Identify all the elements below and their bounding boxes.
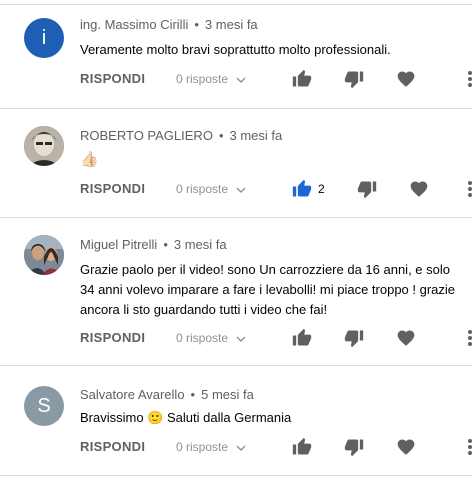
- comment-divider: [0, 475, 472, 476]
- comment-text: Grazie paolo per il video! sono Un carro…: [80, 262, 456, 317]
- reply-button[interactable]: RISPONDI: [80, 330, 145, 345]
- thumb-down-icon[interactable]: [344, 437, 364, 457]
- like-count: 2: [318, 182, 325, 196]
- comment-time[interactable]: 3 mesi fa: [230, 128, 283, 143]
- comment: ROBERTO PAGLIERO • 3 mesi fa 👍🏻 RISPONDI 0…: [0, 108, 472, 217]
- comment-meta: ing. Massimo Cirilli • 3 mesi fa: [80, 17, 258, 32]
- avatar[interactable]: [24, 126, 64, 166]
- reply-button[interactable]: RISPONDI: [80, 71, 145, 86]
- comment-actions: RISPONDI 0 risposte 2: [80, 177, 472, 201]
- comment: i ing. Massimo Cirilli • 3 mesi fa Veramen…: [0, 0, 472, 108]
- comment-author[interactable]: ing. Massimo Cirilli: [80, 17, 188, 32]
- avatar[interactable]: [24, 235, 64, 275]
- comment-text: Bravissimo 🙂 Saluti dalla Germania: [80, 410, 292, 425]
- thumb-up-icon[interactable]: [292, 328, 312, 348]
- more-vert-icon[interactable]: [466, 179, 472, 199]
- avatar-photo: [24, 235, 64, 275]
- chevron-down-icon: [236, 336, 246, 342]
- more-vert-icon[interactable]: [466, 328, 472, 348]
- comment-time[interactable]: 3 mesi fa: [205, 17, 258, 32]
- heart-icon[interactable]: [396, 69, 416, 89]
- thumb-up-icon[interactable]: [292, 437, 312, 457]
- replies-toggle[interactable]: 0 risposte: [176, 182, 246, 196]
- comment-meta: Salvatore Avarello • 5 mesi fa: [80, 387, 254, 402]
- chevron-down-icon: [236, 187, 246, 193]
- comment: Miguel Pitrelli • 3 mesi fa Grazie paolo p…: [0, 217, 472, 365]
- replies-toggle[interactable]: 0 risposte: [176, 331, 246, 345]
- comment: S Salvatore Avarello • 5 mesi fa Bravissim…: [0, 365, 472, 475]
- thumb-up-icon[interactable]: [292, 69, 312, 89]
- replies-label: 0 risposte: [176, 72, 229, 86]
- comment-text: Veramente molto bravi soprattutto molto …: [80, 42, 391, 57]
- comment-author[interactable]: Miguel Pitrelli: [80, 237, 157, 252]
- replies-toggle[interactable]: 0 risposte: [176, 440, 246, 454]
- replies-label: 0 risposte: [176, 182, 229, 196]
- replies-toggle[interactable]: 0 risposte: [176, 72, 246, 86]
- reply-button[interactable]: RISPONDI: [80, 181, 145, 196]
- replies-label: 0 risposte: [176, 440, 229, 454]
- replies-label: 0 risposte: [176, 331, 229, 345]
- avatar-letter: i: [41, 26, 47, 49]
- more-vert-icon[interactable]: [466, 69, 472, 89]
- comment-actions: RISPONDI 0 risposte: [80, 326, 472, 350]
- reply-button[interactable]: RISPONDI: [80, 439, 145, 454]
- thumb-down-icon[interactable]: [357, 179, 377, 199]
- comment-time[interactable]: 5 mesi fa: [201, 387, 254, 402]
- comment-time[interactable]: 3 mesi fa: [174, 237, 227, 252]
- avatar-photo: [24, 126, 64, 166]
- avatar[interactable]: i: [24, 18, 64, 58]
- comment-text: 👍🏻: [80, 151, 99, 168]
- chevron-down-icon: [236, 77, 246, 83]
- heart-icon[interactable]: [396, 328, 416, 348]
- comment-actions: RISPONDI 0 risposte: [80, 67, 472, 91]
- comment-meta: Miguel Pitrelli • 3 mesi fa: [80, 237, 227, 252]
- more-vert-icon[interactable]: [466, 437, 472, 457]
- avatar[interactable]: S: [24, 386, 64, 426]
- heart-icon[interactable]: [409, 179, 429, 199]
- comment-actions: RISPONDI 0 risposte: [80, 435, 472, 459]
- heart-icon[interactable]: [396, 437, 416, 457]
- thumb-down-icon[interactable]: [344, 69, 364, 89]
- avatar-letter: S: [37, 394, 51, 417]
- comment-meta: ROBERTO PAGLIERO • 3 mesi fa: [80, 128, 283, 143]
- thumb-down-icon[interactable]: [344, 328, 364, 348]
- chevron-down-icon: [236, 445, 246, 451]
- thumb-up-icon[interactable]: [292, 179, 312, 199]
- comment-author[interactable]: Salvatore Avarello: [80, 387, 185, 402]
- comment-author[interactable]: ROBERTO PAGLIERO: [80, 128, 213, 143]
